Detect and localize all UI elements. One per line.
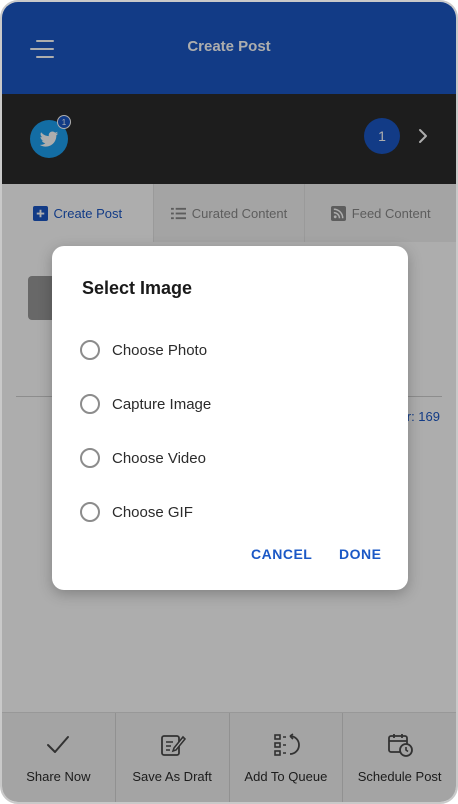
option-label: Capture Image [112,395,212,413]
app-frame: Create Post 1 1 Create Post Curated Cont… [0,0,458,804]
radio-button[interactable] [80,340,100,360]
option-capture-image[interactable]: Capture Image [80,392,211,416]
radio-button[interactable] [80,502,100,522]
radio-button[interactable] [80,394,100,414]
done-button[interactable]: DONE [339,546,381,562]
option-choose-gif[interactable]: Choose GIF [80,500,193,524]
option-choose-video[interactable]: Choose Video [80,446,206,470]
cancel-button[interactable]: CANCEL [251,546,312,562]
option-label: Choose Photo [112,341,208,359]
option-label: Choose GIF [112,503,193,521]
option-choose-photo[interactable]: Choose Photo [80,338,207,362]
radio-button[interactable] [80,448,100,468]
dialog-title: Select Image [82,278,193,298]
option-label: Choose Video [112,449,206,467]
select-image-dialog: Select Image Choose Photo Capture Image … [52,246,408,590]
